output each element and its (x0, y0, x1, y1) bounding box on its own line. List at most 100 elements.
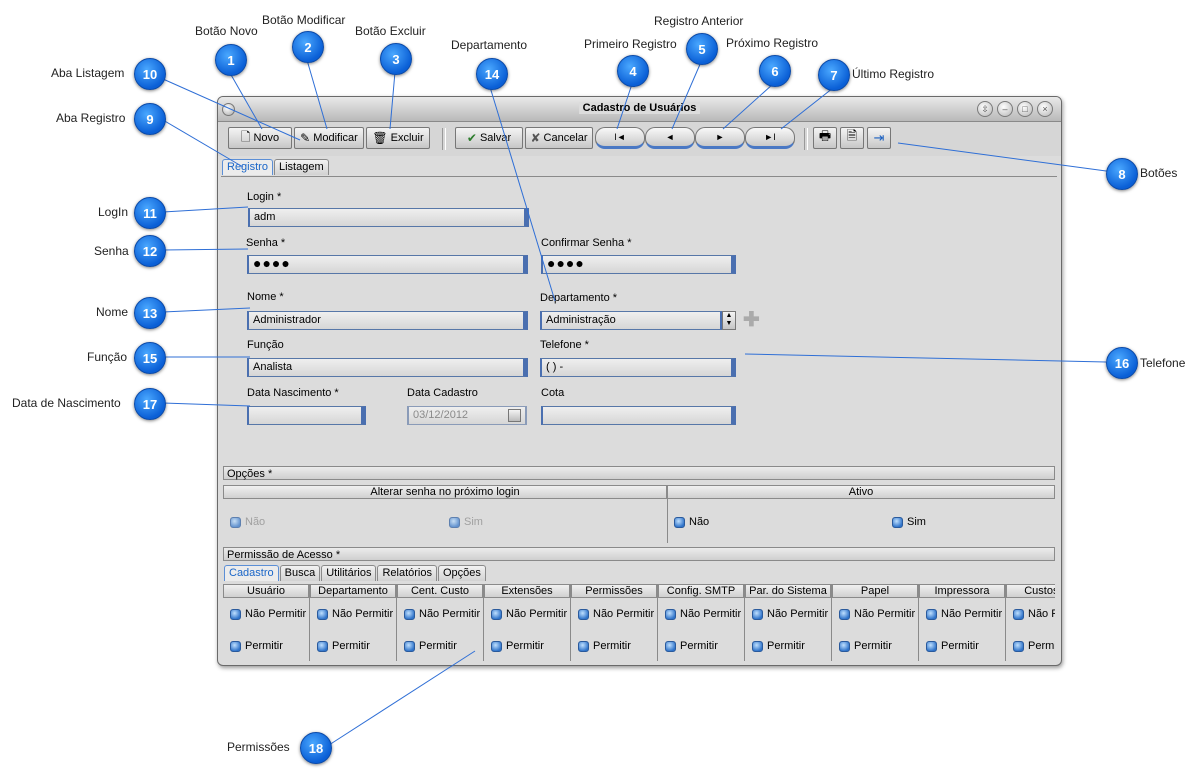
registro-anterior-button[interactable]: ◄ (645, 127, 695, 149)
tab-cadastro[interactable]: Cadastro (224, 565, 279, 581)
last-record-icon: ►I (764, 132, 776, 142)
close-icon[interactable]: × (1037, 101, 1053, 117)
callout-badge-11: 11 (134, 197, 166, 229)
print-button[interactable]: 🖶 (813, 127, 837, 149)
confirmar-senha-label: Confirmar Senha * (541, 237, 632, 249)
nao-permitir-radio[interactable]: Não Permitir (752, 608, 828, 620)
permissao-col-7: Papel Não Permitir Permitir (832, 584, 919, 661)
nao-permitir-radio[interactable]: Não Permitir (404, 608, 480, 620)
callout-label-18: Permissões (227, 740, 290, 754)
permitir-radio[interactable]: Permitir (317, 640, 370, 652)
tab-opcoes[interactable]: Opções (437, 565, 486, 581)
funcao-input[interactable]: Analista (247, 358, 528, 377)
permissao-col-header: Custos de (1006, 584, 1055, 598)
radio-icon (317, 608, 328, 620)
departamento-select[interactable]: Administração (540, 311, 722, 330)
add-departamento-button[interactable]: ✚ (743, 310, 760, 330)
departamento-label: Departamento * (540, 292, 618, 304)
modificar-button[interactable]: ✎ Modificar (294, 127, 364, 149)
permissoes-grid: Usuário Não Permitir Permitir Departamento N… (223, 584, 1055, 661)
senha-input[interactable]: ●●●● (247, 255, 528, 274)
permitir-radio[interactable]: Permitir (491, 640, 544, 652)
nao-permitir-radio[interactable]: Não Permitir (230, 608, 306, 620)
permissao-col-header: Permissões (571, 584, 657, 598)
callout-badge-1: 1 (215, 44, 247, 76)
data-nascimento-input[interactable] (247, 406, 366, 425)
ultimo-registro-button[interactable]: ►I (745, 127, 795, 149)
nao-permitir-radio[interactable]: Não Permitir (578, 608, 654, 620)
tab-relatorios[interactable]: Relatórios (377, 565, 437, 581)
nao-permitir-radio[interactable]: Não Permitir (665, 608, 741, 620)
opcoes-section-title: Opções * (223, 466, 1055, 480)
data-nascimento-label: Data Nascimento * (247, 387, 339, 399)
exit-button[interactable]: ⇥ (867, 127, 891, 149)
callout-badge-16: 16 (1106, 347, 1138, 379)
nome-label: Nome * (247, 291, 284, 303)
callout-label-15: Função (87, 350, 128, 364)
telefone-input[interactable]: ( ) - (540, 358, 736, 377)
nao-permitir-radio[interactable]: Não Permitir (317, 608, 393, 620)
permissao-tabs: Cadastro Busca Utilitários Relatórios Op… (224, 565, 487, 581)
callout-badge-10: 10 (134, 58, 166, 90)
radio-icon (926, 640, 937, 652)
permitir-radio[interactable]: Permitir (230, 640, 283, 652)
primeiro-registro-button[interactable]: I◄ (595, 127, 645, 149)
radio-icon (491, 640, 502, 652)
permitir-radio[interactable]: Permitir (665, 640, 718, 652)
ativo-sim-radio[interactable]: Sim (892, 516, 926, 528)
alterar-senha-nao-radio[interactable]: Não (230, 516, 265, 528)
new-document-icon: 🗋 (240, 129, 251, 144)
edit-icon: ✎ (300, 131, 311, 145)
callout-label-5: Registro Anterior (654, 14, 744, 28)
nome-input[interactable]: Administrador (247, 311, 528, 330)
permitir-radio[interactable]: Permitir (404, 640, 457, 652)
calendar-icon[interactable] (508, 409, 521, 422)
cota-input[interactable] (541, 406, 736, 425)
toolbar: 🗋 Novo ✎ Modificar 🗑 Excluir ✔ Salvar ✘ Cance… (218, 122, 1061, 156)
permitir-radio[interactable]: Permitir (752, 640, 805, 652)
radio-icon (230, 516, 241, 528)
permitir-radio[interactable]: Permitir (926, 640, 979, 652)
tab-listagem[interactable]: Listagem (273, 159, 329, 175)
radio-icon (839, 608, 850, 620)
novo-button[interactable]: 🗋 Novo (228, 127, 292, 149)
restore-icon[interactable]: ⇳ (977, 101, 993, 117)
registro-form: Login * adm Senha * ●●●● Confirmar Senha… (221, 176, 1057, 463)
minimize-icon[interactable]: – (997, 101, 1013, 117)
callout-label-13: Nome (96, 305, 129, 319)
proximo-registro-button[interactable]: ► (695, 127, 745, 149)
nao-permitir-radio[interactable]: Não Permitir (926, 608, 1002, 620)
permitir-radio[interactable]: Permitir (1013, 640, 1055, 652)
title-bar: Cadastro de Usuários ⇳ – □ × (218, 97, 1061, 122)
login-input[interactable]: adm (248, 208, 529, 227)
radio-icon (1013, 608, 1024, 620)
permitir-radio[interactable]: Permitir (578, 640, 631, 652)
departamento-spinner[interactable]: ▲ ▼ (722, 311, 736, 330)
callout-label-17: Data de Nascimento (12, 396, 121, 410)
tab-busca[interactable]: Busca (279, 565, 321, 581)
spinner-arrows-icon: ▲ ▼ (725, 312, 733, 327)
alterar-senha-sim-radio[interactable]: Sim (449, 516, 483, 528)
permissao-col-header: Extensões (484, 584, 570, 598)
salvar-button[interactable]: ✔ Salvar (455, 127, 523, 149)
tab-registro[interactable]: Registro (222, 159, 273, 175)
nao-permitir-radio[interactable]: Não Permitir (491, 608, 567, 620)
radio-icon (230, 608, 241, 620)
nao-permitir-radio[interactable]: Não Permitir (1013, 608, 1055, 620)
cancelar-button[interactable]: ✘ Cancelar (525, 127, 593, 149)
preview-button[interactable]: 🗎 (840, 127, 864, 149)
excluir-button[interactable]: 🗑 Excluir (366, 127, 430, 149)
tab-utilitarios[interactable]: Utilitários (321, 565, 377, 581)
maximize-icon[interactable]: □ (1017, 101, 1033, 117)
nao-permitir-radio[interactable]: Não Permitir (839, 608, 915, 620)
radio-icon (665, 640, 676, 652)
callout-label-7: Último Registro (852, 67, 935, 81)
confirmar-senha-input[interactable]: ●●●● (541, 255, 736, 274)
opcoes-divider (667, 499, 668, 543)
callout-label-3: Botão Excluir (355, 24, 426, 38)
ativo-nao-radio[interactable]: Não (674, 516, 709, 528)
permitir-radio[interactable]: Permitir (839, 640, 892, 652)
alterar-senha-header: Alterar senha no próximo login (223, 485, 667, 499)
cadastro-usuarios-window: Cadastro de Usuários ⇳ – □ × 🗋 Novo ✎ Modi… (217, 96, 1062, 666)
radio-icon (674, 516, 685, 528)
